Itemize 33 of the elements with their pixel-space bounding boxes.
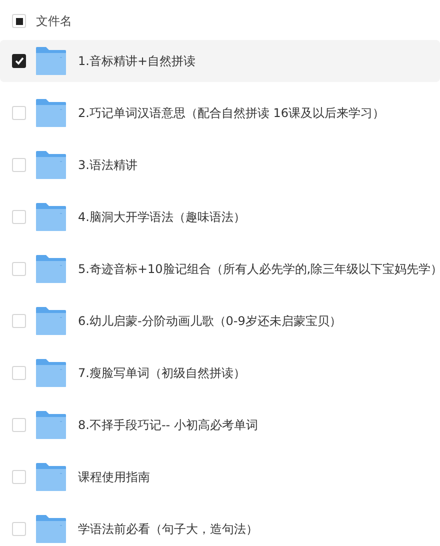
file-row[interactable]: 4.脑洞大开学语法（趣味语法）: [0, 196, 440, 238]
file-name: 2.巧记单词汉语意思（配合自然拼读 16课及以后来学习）: [78, 104, 385, 122]
folder-icon: [36, 463, 66, 491]
file-row[interactable]: 5.奇迹音标+10脸记组合（所有人必先学的,除三年级以下宝妈先学）: [0, 248, 440, 290]
folder-icon: [36, 411, 66, 439]
folder-icon: [36, 359, 66, 387]
file-row[interactable]: 3.语法精讲: [0, 144, 440, 186]
folder-icon: [36, 151, 66, 179]
file-name: 4.脑洞大开学语法（趣味语法）: [78, 208, 246, 226]
select-all-checkbox[interactable]: [12, 14, 26, 28]
folder-icon: [36, 99, 66, 127]
folder-icon: [36, 255, 66, 283]
file-name: 7.瘦脸写单词（初级自然拼读）: [78, 364, 246, 382]
column-header: 文件名: [36, 12, 72, 30]
file-row[interactable]: 6.幼儿启蒙-分阶动画儿歌（0-9岁还未启蒙宝贝）: [0, 300, 440, 342]
file-row[interactable]: 8.不择手段巧记-- 小初高必考单词: [0, 404, 440, 446]
folder-icon: [36, 203, 66, 231]
file-row[interactable]: 1.音标精讲+自然拼读: [0, 40, 440, 82]
file-name: 1.音标精讲+自然拼读: [78, 52, 196, 70]
file-row[interactable]: 课程使用指南: [0, 456, 440, 498]
file-name: 3.语法精讲: [78, 156, 138, 174]
folder-icon: [36, 47, 66, 75]
file-name: 8.不择手段巧记-- 小初高必考单词: [78, 416, 258, 434]
file-name: 学语法前必看（句子大，造句法）: [78, 520, 258, 538]
file-row[interactable]: 学语法前必看（句子大，造句法）: [0, 508, 440, 546]
file-name: 6.幼儿启蒙-分阶动画儿歌（0-9岁还未启蒙宝贝）: [78, 312, 342, 330]
file-row[interactable]: 7.瘦脸写单词（初级自然拼读）: [0, 352, 440, 394]
folder-icon: [36, 515, 66, 543]
checkbox[interactable]: [12, 54, 26, 68]
file-name: 5.奇迹音标+10脸记组合（所有人必先学的,除三年级以下宝妈先学）: [78, 260, 440, 278]
folder-icon: [36, 307, 66, 335]
file-row[interactable]: 2.巧记单词汉语意思（配合自然拼读 16课及以后来学习）: [0, 92, 440, 134]
file-name: 课程使用指南: [78, 468, 150, 486]
